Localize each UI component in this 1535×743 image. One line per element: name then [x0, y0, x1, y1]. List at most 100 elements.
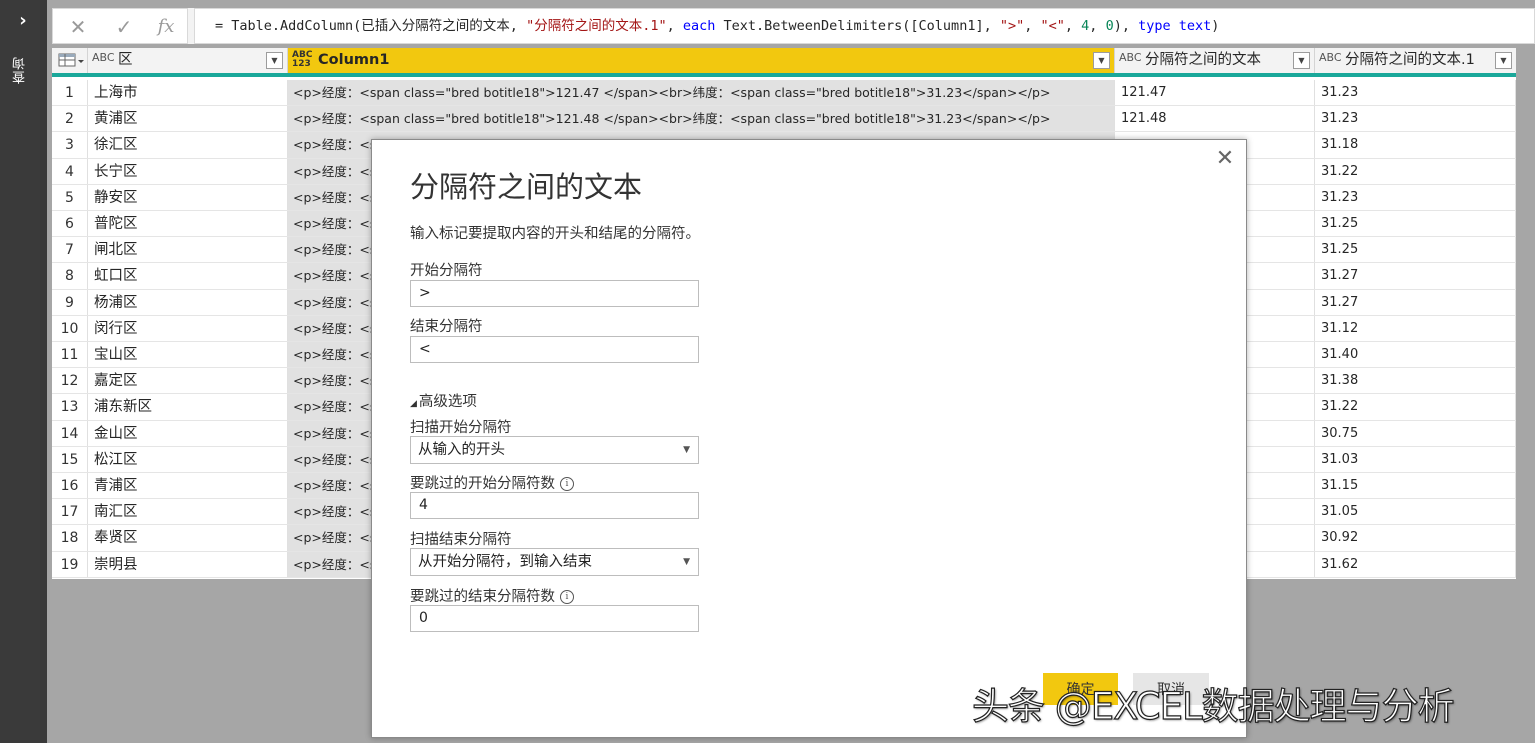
cell-between-text-1[interactable]: 31.40	[1315, 342, 1516, 368]
formula-part: ">"	[999, 18, 1025, 34]
cell-qu[interactable]: 杨浦区	[88, 289, 288, 315]
cancel-formula-icon[interactable]: ✕	[65, 15, 91, 39]
cell-qu[interactable]: 嘉定区	[88, 368, 288, 394]
column-filter-dropdown-icon[interactable]: ▼	[1093, 52, 1110, 69]
confirm-formula-icon[interactable]: ✓	[111, 15, 137, 39]
row-number[interactable]: 13	[52, 394, 88, 420]
scan-end-select[interactable]: 从开始分隔符，到输入结束 ▼	[410, 548, 699, 576]
column-header-column1[interactable]: ABC 123 Column1 ▼	[288, 48, 1115, 73]
cell-between-text[interactable]: 121.47	[1115, 80, 1315, 106]
column-filter-dropdown-icon[interactable]: ▼	[266, 52, 283, 69]
row-number[interactable]: 1	[52, 80, 88, 106]
cell-between-text-1[interactable]: 31.27	[1315, 289, 1516, 315]
cell-qu[interactable]: 虹口区	[88, 263, 288, 289]
row-number[interactable]: 5	[52, 184, 88, 210]
skip-end-input[interactable]: 0	[410, 605, 699, 632]
table-menu-icon[interactable]	[52, 48, 88, 73]
info-icon[interactable]: i	[560, 590, 574, 604]
cell-between-text-1[interactable]: 31.03	[1315, 446, 1516, 472]
start-delimiter-input[interactable]: >	[410, 280, 699, 307]
cell-between-text-1[interactable]: 31.12	[1315, 315, 1516, 341]
advanced-options-label: 高级选项	[418, 394, 477, 410]
scan-start-label: 扫描开始分隔符	[410, 420, 512, 436]
column-header-between-text[interactable]: ABC 分隔符之间的文本 ▼	[1115, 48, 1315, 73]
cell-between-text-1[interactable]: 31.22	[1315, 158, 1516, 184]
cell-between-text-1[interactable]: 31.18	[1315, 132, 1516, 158]
cell-between-text-1[interactable]: 31.22	[1315, 394, 1516, 420]
cell-between-text-1[interactable]: 30.92	[1315, 525, 1516, 551]
advanced-options-toggle[interactable]: ◢ 高级选项	[410, 390, 477, 411]
cell-qu[interactable]: 黄浦区	[88, 106, 288, 132]
row-number[interactable]: 4	[52, 158, 88, 184]
row-number[interactable]: 3	[52, 132, 88, 158]
text-type-icon[interactable]: ABC	[92, 52, 115, 63]
text-type-icon[interactable]: ABC	[1319, 52, 1342, 63]
cell-between-text-1[interactable]: 31.23	[1315, 106, 1516, 132]
cell-column1[interactable]: <p>经度：<span class="bred botitle18">121.4…	[288, 106, 1115, 132]
cell-between-text-1[interactable]: 30.75	[1315, 420, 1516, 446]
cell-qu[interactable]: 长宁区	[88, 158, 288, 184]
column-header-between-text-1[interactable]: ABC 分隔符之间的文本.1 ▼	[1315, 48, 1516, 73]
cell-qu[interactable]: 松江区	[88, 446, 288, 472]
row-number[interactable]: 9	[52, 289, 88, 315]
cell-qu[interactable]: 青浦区	[88, 473, 288, 499]
expand-chevron-icon[interactable]: ›	[12, 10, 34, 32]
cell-qu[interactable]: 普陀区	[88, 211, 288, 237]
row-number[interactable]: 18	[52, 525, 88, 551]
text-type-icon[interactable]: ABC	[1119, 52, 1142, 63]
row-number[interactable]: 10	[52, 315, 88, 341]
cell-qu[interactable]: 宝山区	[88, 342, 288, 368]
cell-between-text-1[interactable]: 31.23	[1315, 80, 1516, 106]
cell-qu[interactable]: 徐汇区	[88, 132, 288, 158]
cell-qu[interactable]: 闸北区	[88, 237, 288, 263]
cell-between-text-1[interactable]: 31.38	[1315, 368, 1516, 394]
cell-between-text-1[interactable]: 31.23	[1315, 184, 1516, 210]
cell-between-text-1[interactable]: 31.15	[1315, 473, 1516, 499]
row-number[interactable]: 16	[52, 473, 88, 499]
row-number[interactable]: 7	[52, 237, 88, 263]
cell-qu[interactable]: 上海市	[88, 80, 288, 106]
cell-between-text-1[interactable]: 31.05	[1315, 499, 1516, 525]
row-number[interactable]: 2	[52, 106, 88, 132]
formula-part: "<"	[1040, 18, 1065, 34]
scan-start-select[interactable]: 从输入的开头 ▼	[410, 436, 699, 464]
collapse-triangle-icon: ◢	[410, 399, 417, 409]
row-number[interactable]: 15	[52, 446, 88, 472]
end-delimiter-label: 结束分隔符	[410, 319, 483, 335]
cell-between-text-1[interactable]: 31.27	[1315, 263, 1516, 289]
fx-icon[interactable]: fx	[153, 15, 179, 39]
cell-between-text-1[interactable]: 31.25	[1315, 237, 1516, 263]
cell-qu[interactable]: 崇明县	[88, 551, 288, 577]
cell-qu[interactable]: 金山区	[88, 420, 288, 446]
close-icon[interactable]: ✕	[1214, 148, 1236, 170]
cell-qu[interactable]: 南汇区	[88, 499, 288, 525]
cell-column1[interactable]: <p>经度：<span class="bred botitle18">121.4…	[288, 80, 1115, 106]
queries-pane-label[interactable]: 查询	[11, 56, 33, 84]
info-icon[interactable]: i	[560, 477, 574, 491]
cell-qu[interactable]: 静安区	[88, 184, 288, 210]
formula-part: "分隔符之间的文本.1"	[526, 18, 667, 34]
column-filter-dropdown-icon[interactable]: ▼	[1495, 52, 1512, 69]
cell-qu[interactable]: 奉贤区	[88, 525, 288, 551]
formula-part: Text.BetweenDelimiters([Column1],	[715, 18, 1000, 34]
grid-header: ABC 区 ▼ ABC 123 Column1 ▼ ABC 分隔符之间的文本 ▼ …	[52, 48, 1516, 77]
skip-start-input[interactable]: 4	[410, 492, 699, 519]
column-header-qu[interactable]: ABC 区 ▼	[88, 48, 288, 73]
row-number[interactable]: 12	[52, 368, 88, 394]
end-delimiter-input[interactable]: <	[410, 336, 699, 363]
row-number[interactable]: 8	[52, 263, 88, 289]
cell-between-text-1[interactable]: 31.62	[1315, 551, 1516, 577]
row-number[interactable]: 11	[52, 342, 88, 368]
any-type-icon[interactable]: ABC 123	[292, 51, 312, 69]
row-number[interactable]: 17	[52, 499, 88, 525]
cell-between-text[interactable]: 121.48	[1115, 106, 1315, 132]
row-number[interactable]: 6	[52, 211, 88, 237]
row-number[interactable]: 14	[52, 420, 88, 446]
formula-input[interactable]: = Table.AddColumn(已插入分隔符之间的文本, "分隔符之间的文本…	[194, 8, 1535, 44]
queries-pane: › 查询	[0, 0, 47, 743]
column-filter-dropdown-icon[interactable]: ▼	[1293, 52, 1310, 69]
cell-qu[interactable]: 浦东新区	[88, 394, 288, 420]
cell-qu[interactable]: 闵行区	[88, 315, 288, 341]
cell-between-text-1[interactable]: 31.25	[1315, 211, 1516, 237]
row-number[interactable]: 19	[52, 551, 88, 577]
